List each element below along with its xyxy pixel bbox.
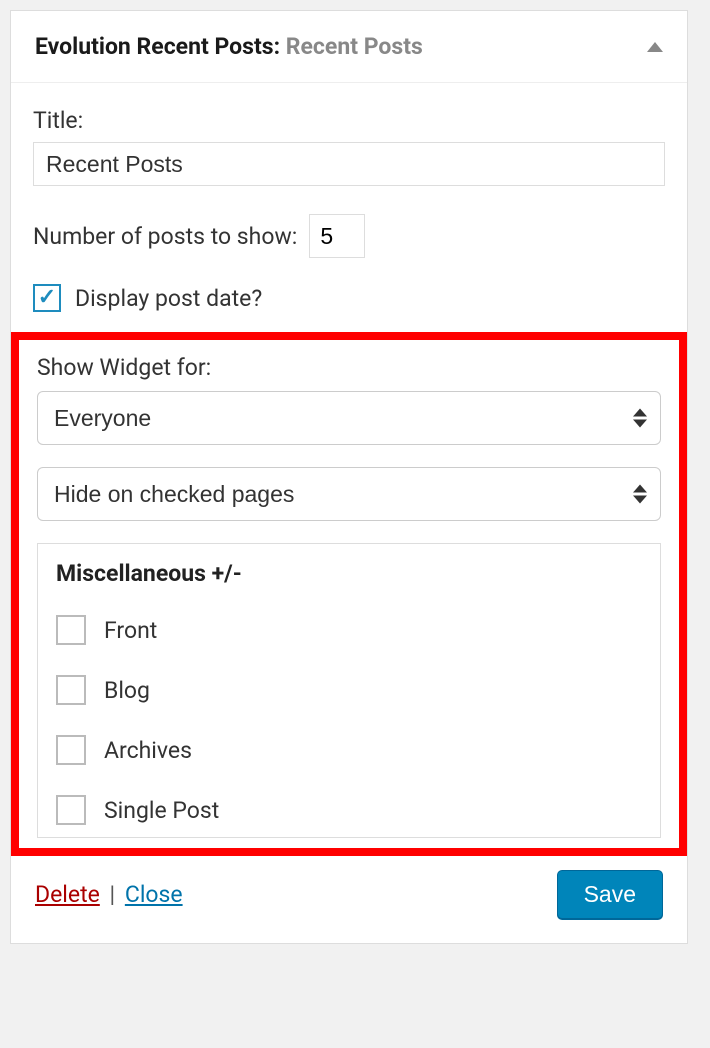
title-label: Title: — [33, 107, 665, 134]
page-row-single-post: Single Post — [56, 795, 642, 825]
widget-container: Evolution Recent Posts: Recent Posts Tit… — [10, 10, 688, 944]
widget-header[interactable]: Evolution Recent Posts: Recent Posts — [11, 11, 687, 83]
num-posts-label: Number of posts to show: — [33, 223, 297, 250]
page-label: Single Post — [104, 797, 219, 824]
num-posts-input[interactable] — [309, 214, 365, 258]
widget-footer: Delete | Close Save — [11, 856, 687, 943]
display-date-row: Display post date? — [33, 284, 665, 312]
show-widget-label: Show Widget for: — [37, 354, 661, 381]
page-row-archives: Archives — [56, 735, 642, 765]
page-row-blog: Blog — [56, 675, 642, 705]
widget-name: Evolution Recent Posts — [35, 33, 274, 60]
pages-box: Miscellaneous +/- Front Blog Archives Si… — [37, 543, 661, 838]
visibility-highlight-box: Show Widget for: Everyone Hide on checke… — [11, 332, 687, 856]
delete-link[interactable]: Delete — [35, 881, 100, 908]
page-checkbox-archives[interactable] — [56, 735, 86, 765]
footer-separator: | — [104, 881, 121, 908]
title-group: Title: — [33, 107, 665, 186]
num-posts-group: Number of posts to show: — [33, 214, 665, 258]
title-input[interactable] — [33, 142, 665, 186]
display-date-checkbox[interactable] — [33, 284, 61, 312]
display-date-label: Display post date? — [75, 285, 262, 312]
widget-title-separator: : — [274, 33, 286, 60]
widget-body: Title: Number of posts to show: Display … — [11, 83, 687, 856]
visibility-select[interactable]: Everyone — [37, 391, 661, 445]
pages-box-title: Miscellaneous +/- — [56, 560, 642, 587]
close-link[interactable]: Close — [125, 881, 183, 908]
visibility-select-wrap: Everyone — [37, 391, 661, 445]
collapse-icon[interactable] — [647, 42, 663, 52]
page-label: Archives — [104, 737, 192, 764]
page-checkbox-blog[interactable] — [56, 675, 86, 705]
rule-select[interactable]: Hide on checked pages — [37, 467, 661, 521]
widget-title: Evolution Recent Posts: Recent Posts — [35, 33, 423, 60]
save-button[interactable]: Save — [557, 870, 663, 919]
page-label: Front — [104, 617, 157, 644]
page-row-front: Front — [56, 615, 642, 645]
page-checkbox-single-post[interactable] — [56, 795, 86, 825]
widget-instance-title: Recent Posts — [286, 33, 423, 60]
page-label: Blog — [104, 677, 150, 704]
footer-links: Delete | Close — [35, 881, 183, 908]
rule-select-wrap: Hide on checked pages — [37, 467, 661, 521]
page-checkbox-front[interactable] — [56, 615, 86, 645]
